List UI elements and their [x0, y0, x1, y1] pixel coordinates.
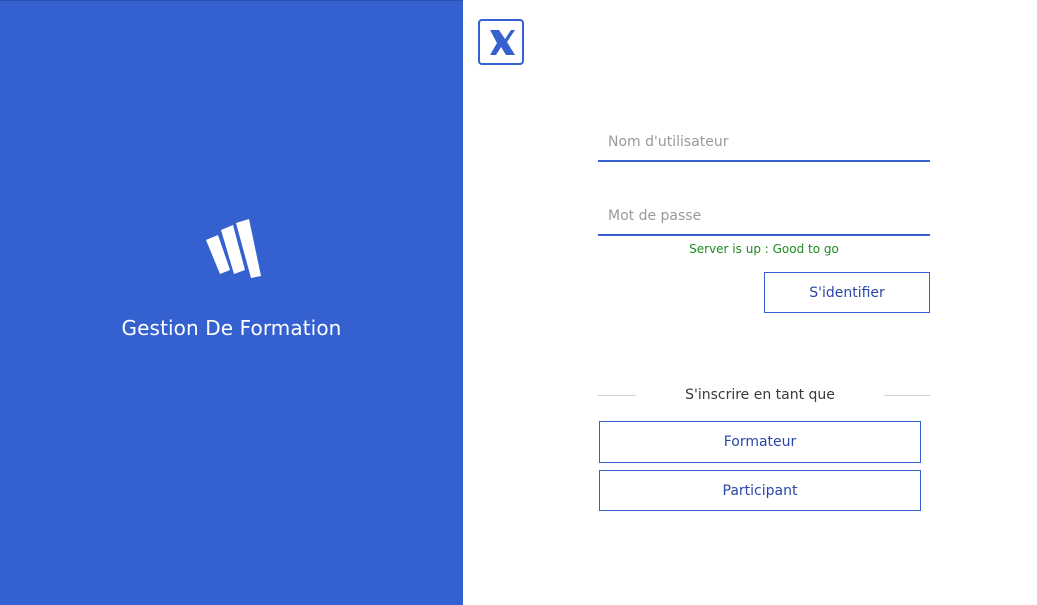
signup-participant-label: Participant	[722, 482, 798, 499]
divider-left-line	[598, 395, 636, 396]
signup-divider-label: S'inscrire en tant que	[685, 387, 835, 403]
login-button[interactable]: S'identifier	[764, 272, 930, 313]
branding-panel: Gestion De Formation	[0, 0, 463, 605]
username-field	[598, 124, 930, 162]
x-letter-logo-icon	[478, 19, 524, 65]
signup-trainer-button[interactable]: Formateur	[599, 421, 921, 463]
password-input[interactable]	[598, 198, 930, 234]
login-button-label: S'identifier	[809, 284, 885, 301]
signup-trainer-label: Formateur	[723, 434, 797, 450]
app-title: Gestion De Formation	[121, 316, 342, 340]
username-input[interactable]	[598, 124, 930, 160]
brand-stripes-logo-icon	[203, 218, 263, 278]
divider-right-line	[884, 395, 930, 396]
login-window: Gestion De Formation Server is up : Good…	[0, 0, 1037, 605]
server-status-text: Server is up : Good to go	[689, 242, 839, 256]
password-field	[598, 198, 930, 236]
panel-top-border	[0, 0, 463, 1]
signup-participant-button[interactable]: Participant	[599, 470, 921, 511]
